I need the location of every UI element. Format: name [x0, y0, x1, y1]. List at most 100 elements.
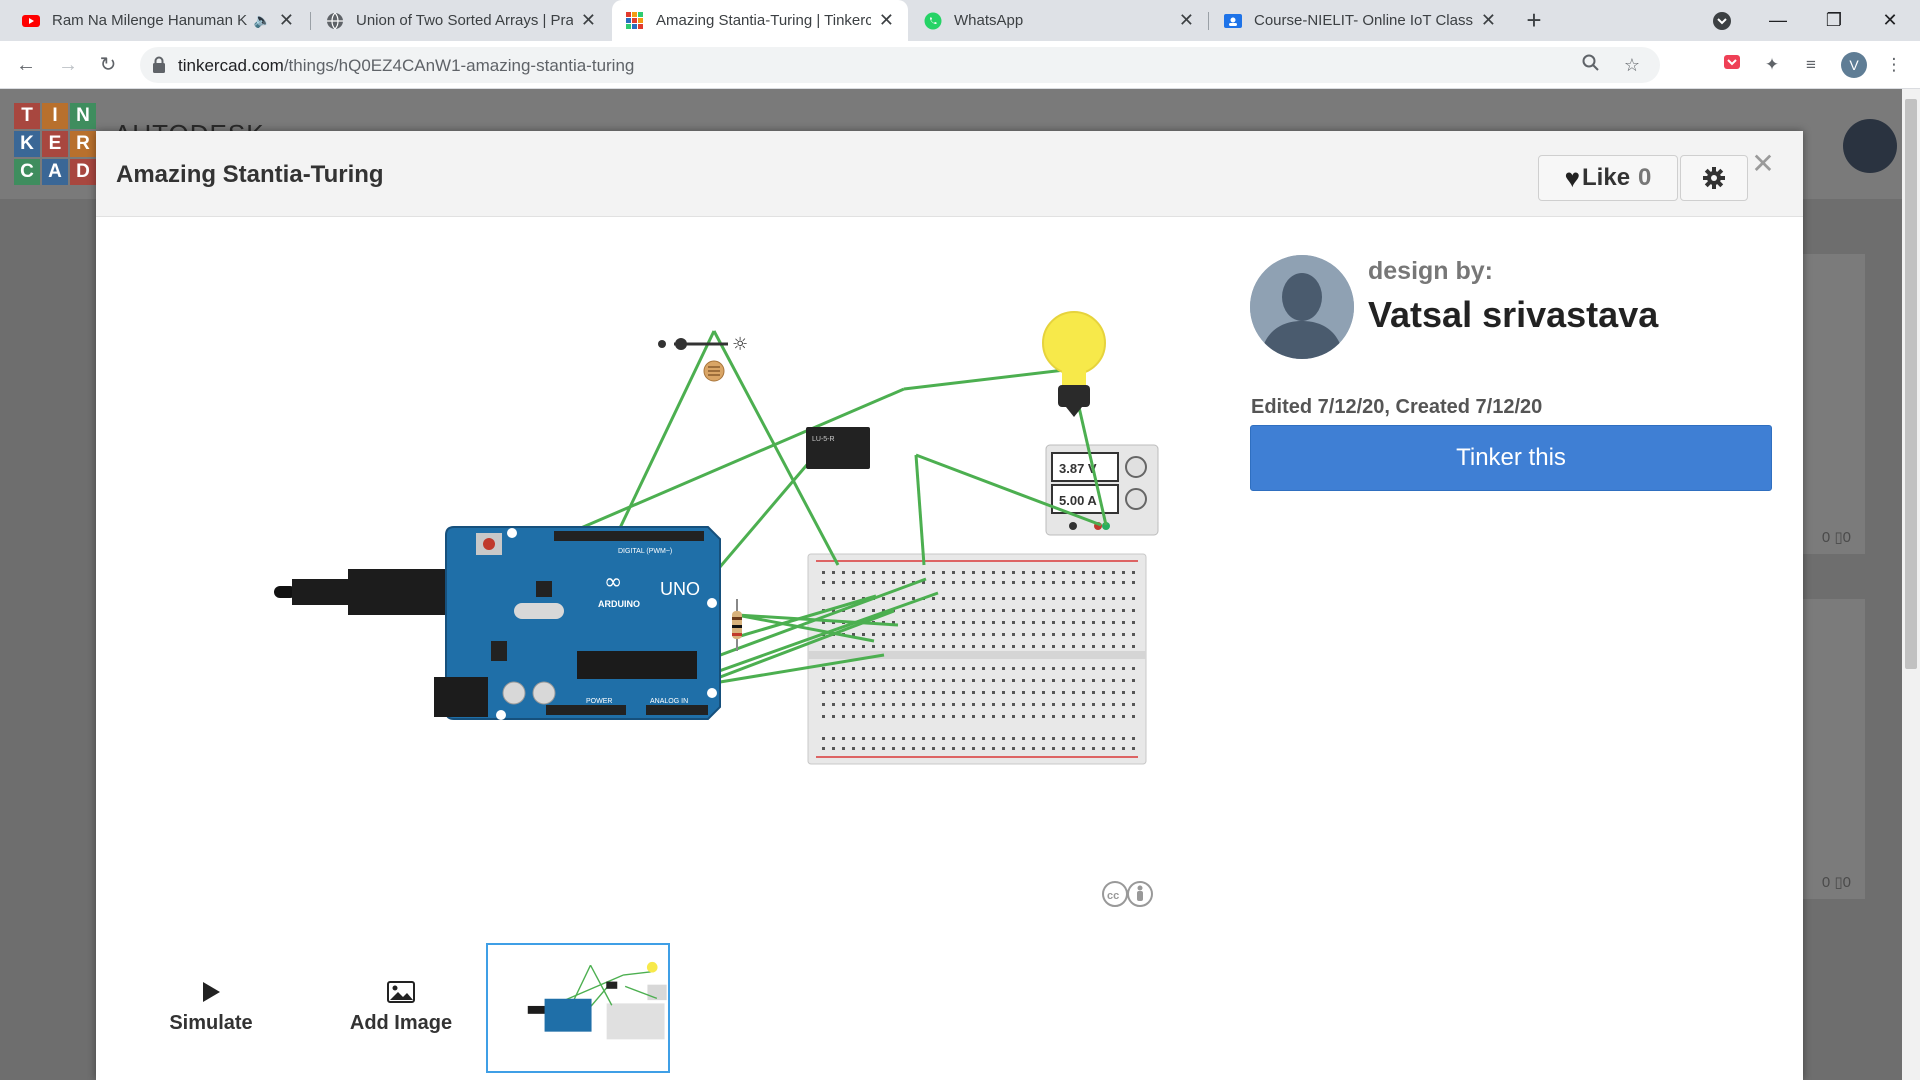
close-tab-icon[interactable]: ✕ — [1481, 10, 1496, 31]
breadboard-hole — [1022, 667, 1025, 670]
settings-button[interactable] — [1680, 155, 1748, 201]
breadboard-hole — [1052, 679, 1055, 682]
add-image-button[interactable]: Add Image — [336, 981, 466, 1035]
user-avatar[interactable] — [1843, 119, 1897, 173]
breadboard-hole — [832, 581, 835, 584]
tab-tinkercad[interactable]: Amazing Stantia-Turing | Tinkerca ✕ — [612, 0, 908, 41]
profile-avatar[interactable]: V — [1841, 52, 1867, 78]
current-knob — [1125, 488, 1147, 510]
play-icon — [203, 982, 220, 1002]
breadboard-hole — [992, 703, 995, 706]
breadboard-hole — [1012, 571, 1015, 574]
media-queue-icon[interactable]: ≡ — [1799, 53, 1823, 77]
design-thumbnail[interactable] — [486, 943, 670, 1073]
power-supply: 3.87 V 5.00 A — [1045, 444, 1159, 536]
breadboard-hole — [902, 597, 905, 600]
breadboard-hole — [992, 621, 995, 624]
breadboard-hole — [1052, 737, 1055, 740]
breadboard-hole — [982, 609, 985, 612]
breadboard-hole — [822, 667, 825, 670]
reload-button[interactable]: ↻ — [94, 51, 122, 79]
scrollbar-thumb[interactable] — [1905, 99, 1917, 669]
breadboard-hole — [1102, 703, 1105, 706]
breadboard-hole — [892, 747, 895, 750]
breadboard-hole — [892, 645, 895, 648]
bookmark-star-icon[interactable]: ☆ — [1621, 54, 1643, 76]
tab-youtube[interactable]: Ram Na Milenge Hanuman K 🔈 ✕ — [8, 0, 308, 41]
new-tab-button[interactable]: + — [1520, 6, 1548, 34]
breadboard-hole — [942, 581, 945, 584]
breadboard-hole — [1072, 597, 1075, 600]
close-tab-icon[interactable]: ✕ — [581, 10, 596, 31]
author-avatar[interactable] — [1250, 255, 1354, 359]
pocket-extension-icon[interactable] — [1720, 53, 1744, 77]
board-model-label: UNO — [660, 579, 700, 599]
breadboard-hole — [992, 633, 995, 636]
close-window-button[interactable]: ✕ — [1862, 0, 1918, 41]
breadboard-hole — [1002, 679, 1005, 682]
author-name[interactable]: Vatsal srivastava — [1368, 294, 1658, 336]
breadboard-hole — [922, 645, 925, 648]
speaker-icon[interactable]: 🔈 — [253, 12, 270, 29]
minimize-button[interactable]: — — [1750, 0, 1806, 41]
breadboard-hole — [1132, 747, 1135, 750]
breadboard-hole — [1122, 691, 1125, 694]
breadboard-hole — [1132, 609, 1135, 612]
back-button[interactable]: ← — [12, 51, 40, 79]
breadboard-hole — [962, 621, 965, 624]
design-by-label: design by: — [1368, 257, 1494, 285]
tinker-this-button[interactable]: Tinker this — [1250, 425, 1772, 491]
breadboard-hole — [932, 747, 935, 750]
breadboard-hole — [1022, 597, 1025, 600]
tab-divider — [1208, 12, 1209, 30]
breadboard-hole — [972, 597, 975, 600]
address-bar[interactable]: tinkercad.com/things/hQ0EZ4CAnW1-amazing… — [140, 47, 1660, 83]
zoom-icon[interactable] — [1580, 54, 1602, 76]
breadboard-hole — [822, 581, 825, 584]
close-modal-button[interactable]: ✕ — [1748, 149, 1778, 179]
breadboard-hole — [972, 691, 975, 694]
breadboard-hole — [1002, 747, 1005, 750]
close-tab-icon[interactable]: ✕ — [1179, 10, 1194, 31]
breadboard-hole — [902, 621, 905, 624]
breadboard-hole — [992, 645, 995, 648]
breadboard-hole — [1022, 581, 1025, 584]
breadboard-hole — [892, 679, 895, 682]
breadboard-hole — [832, 737, 835, 740]
breadboard-hole — [1072, 581, 1075, 584]
breadboard-hole — [962, 571, 965, 574]
breadboard-hole — [962, 609, 965, 612]
tab-classroom[interactable]: Course-NIELIT- Online IoT Class ✕ — [1210, 0, 1510, 41]
breadboard-hole — [822, 571, 825, 574]
breadboard-hole — [852, 571, 855, 574]
breadboard-hole — [1132, 581, 1135, 584]
extensions-puzzle-icon[interactable]: ✦ — [1760, 53, 1784, 77]
simulate-button[interactable]: Simulate — [156, 981, 266, 1035]
breadboard-hole — [992, 691, 995, 694]
tinkercad-logo[interactable]: T I N K E R C A D — [14, 103, 96, 185]
tab-search-button[interactable] — [1694, 0, 1750, 41]
close-tab-icon[interactable]: ✕ — [279, 10, 294, 31]
breadboard-hole — [1042, 679, 1045, 682]
close-tab-icon[interactable]: ✕ — [879, 10, 894, 31]
like-button[interactable]: ♥ Like 0 — [1538, 155, 1678, 201]
breadboard-hole — [1132, 621, 1135, 624]
breadboard-hole — [1132, 667, 1135, 670]
breadboard-hole — [962, 679, 965, 682]
browser-menu-icon[interactable]: ⋮ — [1882, 53, 1906, 77]
breadboard-hole — [1032, 571, 1035, 574]
photoresistor: ☼ — [658, 334, 748, 382]
breadboard-hole — [1122, 597, 1125, 600]
breadboard-hole — [842, 715, 845, 718]
breadboard-hole — [942, 667, 945, 670]
breadboard-hole — [1012, 679, 1015, 682]
forward-button[interactable]: → — [54, 51, 82, 79]
tab-gfg[interactable]: Union of Two Sorted Arrays | Prac ✕ — [312, 0, 610, 41]
breadboard-hole — [1032, 747, 1035, 750]
breadboard-hole — [1062, 747, 1065, 750]
power-header-label: POWER — [586, 698, 612, 705]
tab-whatsapp[interactable]: WhatsApp ✕ — [910, 0, 1208, 41]
maximize-button[interactable]: ❐ — [1806, 0, 1862, 41]
breadboard-hole — [972, 581, 975, 584]
creative-commons-icon[interactable]: cc — [1100, 879, 1156, 909]
